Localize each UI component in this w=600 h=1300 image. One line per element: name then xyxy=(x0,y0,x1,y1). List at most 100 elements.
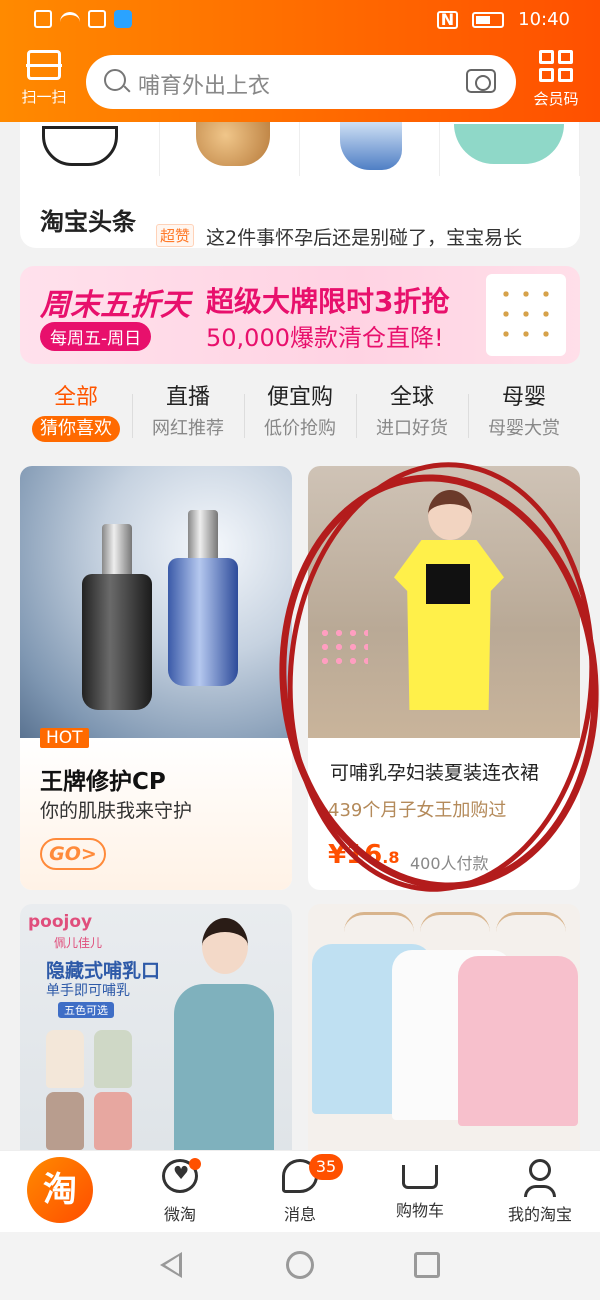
battery-icon xyxy=(472,11,505,28)
home-icon[interactable] xyxy=(286,1251,314,1279)
tab-label: 母婴 xyxy=(501,385,546,410)
qr-code-icon xyxy=(539,50,573,82)
tank-swatch xyxy=(46,1092,84,1150)
price-int: 16 xyxy=(346,840,383,870)
promo-card[interactable]: HOT 王牌修护CP 你的肌肤我来守护 GO> xyxy=(20,466,292,890)
serum-image xyxy=(20,466,292,738)
hanger xyxy=(344,912,414,932)
tank-colors: 五色可选 xyxy=(58,1002,114,1018)
headline-title: 淘宝头条 xyxy=(40,208,136,236)
shield-icon xyxy=(88,10,106,28)
tab-label: 便宜购 xyxy=(266,385,333,410)
headline-text[interactable]: 这2件事怀孕后还是别碰了，宝宝易长 xyxy=(206,223,522,248)
system-nav-bar xyxy=(0,1232,600,1300)
headline-images xyxy=(20,122,580,176)
user-icon xyxy=(529,1159,551,1181)
price-dec: .8 xyxy=(382,848,400,867)
tank-swatch xyxy=(94,1030,132,1088)
promo-banner[interactable]: 周末五折天 每周五-周日 超级大牌限时3折抢 50,000爆款清仓直降! xyxy=(20,266,580,364)
top-header: N 10:40 扫一扫 哺育外出上衣 会员码 xyxy=(0,0,600,122)
tab-cheap[interactable]: 便宜购 低价抢购 xyxy=(244,384,356,454)
tank-headline: 隐藏式哺乳口 xyxy=(46,960,161,982)
category-tabs: 全部 猜你喜欢 直播 网红推荐 便宜购 低价抢购 全球 进口好货 母婴 母婴大赏 xyxy=(20,384,600,454)
scan-button[interactable]: 扫一扫 xyxy=(14,50,74,107)
tank-subline: 单手即可哺乳 xyxy=(46,983,130,999)
dress-image[interactable] xyxy=(300,122,440,176)
back-icon[interactable] xyxy=(160,1252,182,1278)
banner-left-title: 周末五折天 xyxy=(40,288,190,323)
tab-baby[interactable]: 母婴 母婴大赏 xyxy=(468,384,580,454)
lingerie-image[interactable] xyxy=(20,122,160,176)
search-input[interactable]: 哺育外出上衣 xyxy=(138,68,270,100)
status-bar: N 10:40 xyxy=(0,0,600,42)
headline-card[interactable]: 淘宝头条 超赞 这2件事怀孕后还是别碰了，宝宝易长 xyxy=(20,122,580,248)
tab-label: 全球 xyxy=(389,385,434,410)
tab-weitao[interactable]: 微淘 xyxy=(130,1158,230,1225)
banner-sub-title: 50,000爆款清仓直降! xyxy=(206,324,444,352)
tab-sub: 猜你喜欢 xyxy=(32,416,120,442)
tab-messages-label: 消息 xyxy=(283,1205,316,1224)
user-icon-body xyxy=(524,1185,556,1197)
price-currency: ¥ xyxy=(328,840,347,870)
shirts-card[interactable] xyxy=(308,904,580,1150)
product-subtitle: 439个月子女王加购过 xyxy=(328,800,507,821)
brand-cn: 佩儿佳儿 xyxy=(54,936,103,950)
tab-label: 全部 xyxy=(53,385,98,410)
member-code-button[interactable]: 会员码 xyxy=(526,50,586,109)
headline-badge: 超赞 xyxy=(156,224,195,247)
tab-cart-label: 购物车 xyxy=(395,1201,444,1220)
tank-top-card[interactable]: poojoy 佩儿佳儿 隐藏式哺乳口 单手即可哺乳 五色可选 xyxy=(20,904,292,1150)
tab-my-taobao-label: 我的淘宝 xyxy=(507,1205,572,1224)
scan-label: 扫一扫 xyxy=(21,88,67,106)
search-bar[interactable]: 哺育外出上衣 xyxy=(86,55,516,109)
product-title: 可哺乳孕妇装夏装连衣裙 xyxy=(330,762,540,784)
tab-sub: 低价抢购 xyxy=(264,418,336,439)
banner-main-title: 超级大牌限时3折抢 xyxy=(206,285,450,318)
maternity-dress-image xyxy=(308,466,580,738)
model-image xyxy=(170,918,280,1150)
tank-swatch xyxy=(94,1092,132,1150)
tab-sub: 网红推荐 xyxy=(152,418,224,439)
status-time: 10:40 xyxy=(518,9,570,30)
product-price: ¥16.8 xyxy=(328,840,400,870)
go-button[interactable]: GO> xyxy=(40,838,106,870)
taobao-home-button[interactable]: 淘 xyxy=(27,1157,93,1223)
promo-title: 王牌修护CP xyxy=(40,769,166,795)
tab-all[interactable]: 全部 猜你喜欢 xyxy=(20,384,132,454)
tab-global[interactable]: 全球 进口好货 xyxy=(356,384,468,454)
nfc-icon: N xyxy=(436,10,459,29)
promo-subtitle: 你的肌肤我来守护 xyxy=(40,800,193,822)
message-badge: 35 xyxy=(309,1154,343,1180)
search-icon xyxy=(104,69,126,91)
wifi-icon xyxy=(60,12,80,26)
scan-icon xyxy=(26,50,62,80)
tab-my-taobao[interactable]: 我的淘宝 xyxy=(490,1159,590,1225)
tab-weitao-label: 微淘 xyxy=(163,1205,196,1224)
tab-cart[interactable]: 购物车 xyxy=(370,1159,470,1221)
weitao-icon xyxy=(162,1158,201,1193)
member-code-label: 会员码 xyxy=(533,90,579,108)
banner-pill: 每周五-周日 xyxy=(40,322,152,351)
tank-swatch xyxy=(46,1030,84,1088)
camera-icon[interactable] xyxy=(466,69,496,93)
notification-dot xyxy=(189,1158,201,1170)
message-icon: 35 xyxy=(282,1154,343,1193)
paid-count: 400人付款 xyxy=(410,854,489,873)
hanger xyxy=(496,912,566,932)
tab-sub: 母婴大赏 xyxy=(488,418,560,439)
recent-apps-icon[interactable] xyxy=(414,1252,440,1278)
brand-logo: poojoy xyxy=(28,912,93,932)
jewelry-image xyxy=(486,274,566,356)
tab-live[interactable]: 直播 网红推荐 xyxy=(132,384,244,454)
bottom-tab-bar: 淘 微淘 35 消息 购物车 我的淘宝 xyxy=(0,1150,600,1232)
bread-image[interactable] xyxy=(160,122,300,176)
tab-messages[interactable]: 35 消息 xyxy=(250,1154,350,1225)
app-notification-icon xyxy=(114,10,132,28)
product-card[interactable]: 可哺乳孕妇装夏装连衣裙 439个月子女王加购过 ¥16.8 400人付款 xyxy=(308,466,580,890)
tab-sub: 进口好货 xyxy=(376,418,448,439)
pink-shirt-image xyxy=(458,956,578,1126)
hanger xyxy=(420,912,490,932)
sim-icon xyxy=(34,10,52,28)
baby-seat-image[interactable] xyxy=(440,122,580,176)
hot-tag: HOT xyxy=(40,728,89,748)
